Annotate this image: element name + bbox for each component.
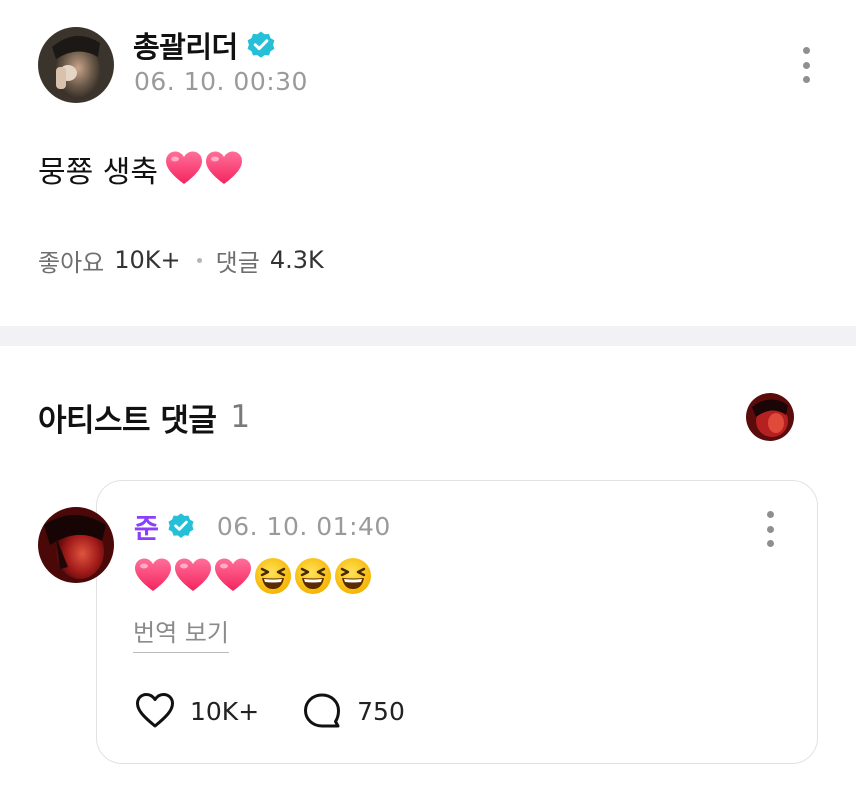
post-body: 뭉쭁 생축 <box>38 144 244 194</box>
comment-reply-button[interactable]: 750 <box>301 690 405 732</box>
likes-label[interactable]: 좋아요 <box>38 243 104 278</box>
more-vertical-icon <box>766 511 774 518</box>
comments-count[interactable]: 4.3K <box>270 246 324 274</box>
heart-emoji-icon <box>213 556 253 596</box>
author-avatar[interactable] <box>38 27 114 103</box>
comment-replies-count: 750 <box>357 696 405 726</box>
comment-more-options-button[interactable] <box>760 508 780 550</box>
commenter-avatar[interactable] <box>38 507 114 583</box>
translate-button[interactable]: 번역 보기 <box>133 613 229 653</box>
laughing-emoji-icon <box>253 556 293 596</box>
author-row: 총괄리더 <box>133 24 276 66</box>
artist-comments-avatar[interactable] <box>746 393 794 441</box>
artist-comments-header: 아티스트 댓글 1 <box>38 395 250 439</box>
heart-emoji-icon <box>133 556 173 596</box>
more-vertical-icon <box>802 47 810 54</box>
comment-author-name[interactable]: 준 <box>134 507 159 546</box>
section-divider <box>0 326 856 346</box>
post-body-text: 뭉쭁 생축 <box>38 155 158 190</box>
heart-emoji-icon <box>204 149 244 189</box>
likes-count[interactable]: 10K+ <box>114 246 180 274</box>
verified-badge-icon <box>246 30 276 60</box>
artist-comments-count: 1 <box>230 399 250 435</box>
comment-likes-count: 10K+ <box>190 696 260 726</box>
comment-timestamp: 06. 10. 01:40 <box>216 511 391 541</box>
artist-comments-title: 아티스트 댓글 <box>38 402 217 439</box>
laughing-emoji-icon <box>333 556 373 596</box>
heart-outline-icon <box>134 690 176 732</box>
heart-emoji-icon <box>164 149 204 189</box>
post-stats: 좋아요 10K+ 댓글 4.3K <box>38 243 324 278</box>
comment-actions: 10K+ 750 <box>134 690 405 732</box>
separator-dot <box>196 257 202 263</box>
post-body-emojis <box>164 149 244 189</box>
comment-like-button[interactable]: 10K+ <box>134 690 259 732</box>
comment-author-row: 준 06. 10. 01:40 <box>134 507 391 546</box>
comment-body <box>133 553 373 599</box>
laughing-emoji-icon <box>293 556 333 596</box>
verified-badge-icon <box>167 512 195 540</box>
post-more-options-button[interactable] <box>796 44 816 86</box>
post: 총괄리더 06. 10. 00:30 뭉쭁 생축 좋아요 10K+ 댓글 4.3… <box>0 0 856 326</box>
speech-bubble-icon <box>301 690 343 732</box>
heart-emoji-icon <box>173 556 213 596</box>
post-timestamp: 06. 10. 00:30 <box>134 67 308 96</box>
comments-label[interactable]: 댓글 <box>216 243 260 278</box>
author-name[interactable]: 총괄리더 <box>133 24 238 66</box>
